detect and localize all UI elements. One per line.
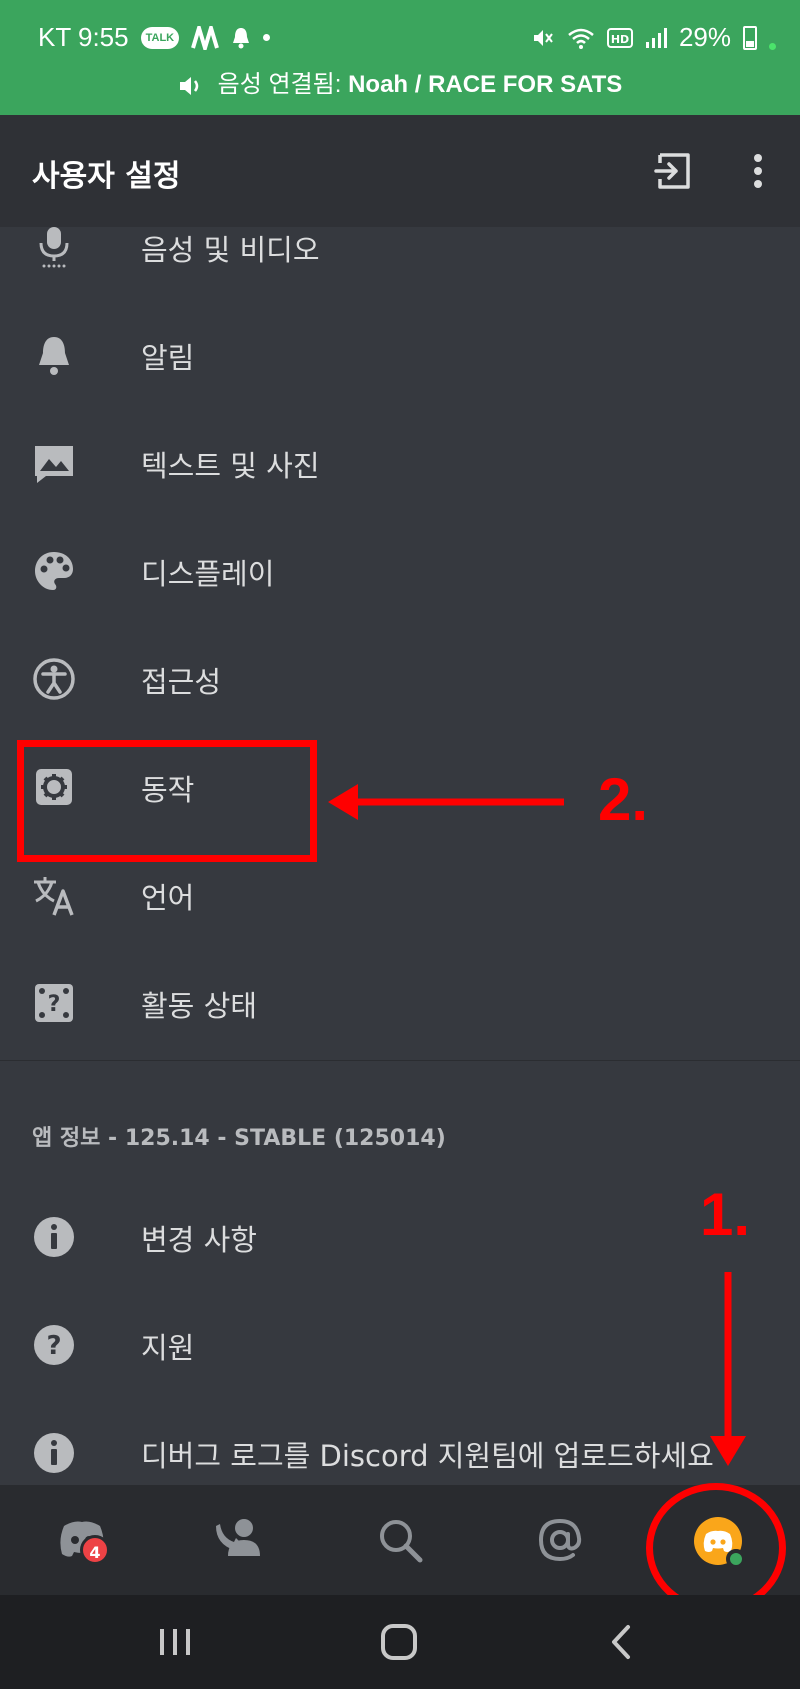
image-icon (35, 446, 73, 483)
page-title: 사용자 설정 (32, 159, 181, 194)
annotation-circle (646, 1483, 786, 1613)
menu-item-activity-status[interactable]: ? 활동 상태 (0, 949, 800, 1057)
status-left: KT 9:55 TALK (38, 22, 271, 53)
logout-icon[interactable] (652, 149, 696, 193)
menu-item-label: 디스플레이 (141, 557, 275, 591)
menu-item-label: 언어 (141, 881, 195, 915)
privacy-dot (769, 43, 776, 50)
battery-percent: 29% (678, 22, 731, 52)
annotation-step-2: 2. (598, 766, 649, 833)
notification-dot (263, 34, 271, 41)
menu-item-notifications[interactable]: 알림 (0, 301, 800, 409)
svg-text:?: ? (48, 992, 61, 1017)
bell-icon (39, 337, 69, 375)
menu-item-label: 음성 및 비디오 (141, 233, 320, 267)
menu-item-text-images[interactable]: 텍스트 및 사진 (0, 409, 800, 517)
info-icon (34, 1433, 74, 1473)
menu-item-label: 텍스트 및 사진 (141, 449, 320, 483)
system-navigation-bar (0, 1595, 800, 1689)
svg-text:HD: HD (611, 33, 629, 46)
more-options-icon[interactable] (736, 149, 780, 193)
kakaotalk-icon: TALK (140, 26, 180, 49)
game-status-icon: ? (35, 984, 73, 1022)
palette-icon (35, 552, 73, 590)
battery-icon (743, 25, 757, 50)
voice-prefix: 음성 연결됨: (217, 71, 349, 98)
translate-icon (34, 877, 74, 916)
svg-text:?: ? (46, 1331, 61, 1361)
voice-connected-banner[interactable]: 음성 연결됨: Noah / RACE FOR SATS (0, 64, 800, 99)
status-right: HD 29% (531, 22, 776, 53)
signal-icon (645, 27, 667, 48)
speaker-icon (179, 76, 198, 95)
friends-icon[interactable] (214, 1512, 270, 1568)
back-button-icon[interactable] (600, 1619, 646, 1665)
wifi-icon (568, 28, 594, 49)
annotation-highlight-box (17, 740, 317, 862)
status-bar: KT 9:55 TALK HD 29% 음성 연결됨: Noah / RACE … (0, 0, 800, 115)
voice-channel: Noah / RACE FOR SATS (348, 71, 623, 98)
recent-apps-icon[interactable] (152, 1619, 198, 1665)
info-icon (34, 1217, 74, 1257)
menu-item-changelog[interactable]: 변경 사항 (0, 1183, 800, 1291)
menu-item-label: 디버그 로그를 Discord 지원팀에 업로드하세요 (141, 1439, 714, 1473)
mentions-icon[interactable] (532, 1512, 588, 1568)
home-button-icon[interactable] (376, 1619, 422, 1665)
naver-icon (191, 25, 220, 50)
menu-item-label: 지원 (141, 1331, 195, 1365)
menu-item-label: 변경 사항 (141, 1223, 257, 1257)
menu-item-label: 활동 상태 (141, 989, 257, 1023)
help-icon: ? (34, 1325, 74, 1365)
status-row: KT 9:55 TALK HD 29% (0, 14, 800, 64)
annotation-arrow-left (328, 784, 564, 820)
app-info-heading: 앱 정보 - 125.14 - STABLE (125014) (32, 1126, 446, 1151)
accessibility-icon (33, 658, 75, 700)
mute-icon (533, 29, 553, 46)
hd-icon: HD (606, 27, 633, 48)
menu-item-label: 알림 (141, 341, 195, 375)
menu-item-support[interactable]: ? 지원 (0, 1291, 800, 1399)
annotation-arrow-down (710, 1272, 746, 1466)
menu-item-accessibility[interactable]: 접근성 (0, 625, 800, 733)
annotation-step-1: 1. (700, 1181, 751, 1248)
search-icon[interactable] (372, 1512, 428, 1568)
home-unread-badge: 4 (80, 1535, 110, 1565)
menu-item-display[interactable]: 디스플레이 (0, 517, 800, 625)
carrier-time: KT 9:55 (38, 22, 129, 52)
microphone-icon (39, 227, 69, 268)
section-divider (0, 1060, 800, 1061)
bell-icon (233, 27, 250, 48)
menu-item-label: 접근성 (141, 665, 222, 699)
menu-item-voice-video[interactable]: 음성 및 비디오 (0, 193, 800, 301)
